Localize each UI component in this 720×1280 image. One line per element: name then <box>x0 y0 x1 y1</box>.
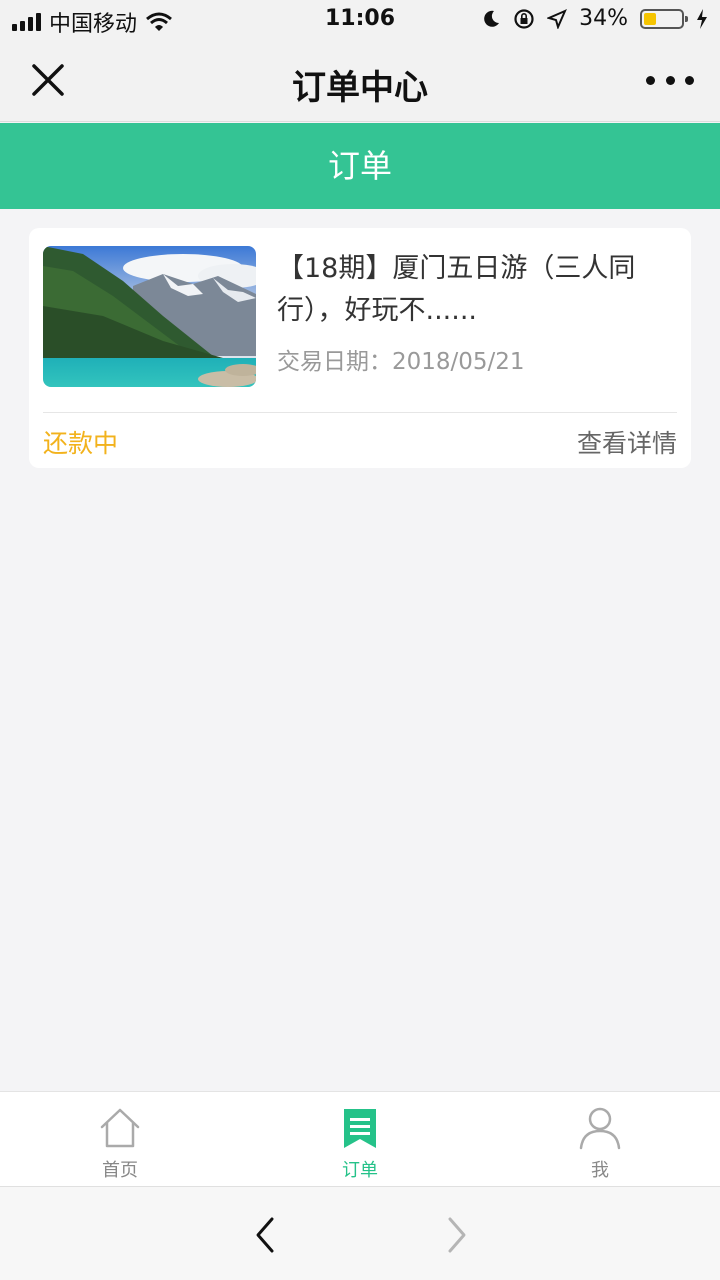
tab-home-label: 首页 <box>102 1160 138 1181</box>
forward-button[interactable] <box>438 1213 474 1257</box>
section-header: 订单 <box>0 123 720 209</box>
order-icon <box>344 1109 376 1148</box>
more-dot <box>665 75 675 85</box>
forward-arrow-icon <box>448 1217 466 1253</box>
order-card[interactable]: 【18期】厦门五日游（三人同行），好玩不...... 交易日期：2018/05/… <box>29 228 691 468</box>
status-bar: 中国移动 11:06 34% <box>0 0 720 40</box>
tab-bar: 首页 订单 我 <box>0 1091 720 1186</box>
browser-toolbar <box>0 1186 720 1280</box>
nav-bar: 订单中心 <box>0 40 720 122</box>
battery-icon <box>640 8 688 29</box>
back-arrow-icon <box>256 1217 274 1253</box>
location-icon <box>547 8 568 29</box>
moon-icon <box>484 10 500 27</box>
more-dot <box>685 75 694 85</box>
card-divider <box>43 412 677 413</box>
user-icon <box>579 1107 621 1150</box>
tab-orders-label: 订单 <box>342 1160 378 1181</box>
more-dots-icon <box>646 75 655 85</box>
battery-percent: 34% <box>579 6 628 31</box>
order-status-badge: 还款中 <box>43 429 119 458</box>
rotation-lock-icon <box>514 8 534 29</box>
order-title: 【18期】厦门五日游（三人同行），好玩不...... <box>277 253 636 326</box>
view-details-link[interactable]: 查看详情 <box>577 424 677 460</box>
order-date-value: 2018/05/21 <box>392 349 525 375</box>
status-right: 34% <box>481 6 708 31</box>
page-title: 订单中心 <box>292 68 428 108</box>
order-date: 交易日期：2018/05/21 <box>277 342 525 376</box>
order-date-label: 交易日期： <box>277 349 392 375</box>
tab-me[interactable]: 我 <box>480 1092 720 1186</box>
charging-icon <box>697 8 707 29</box>
order-thumbnail <box>43 246 256 387</box>
home-icon <box>100 1108 140 1148</box>
more-button[interactable] <box>646 70 694 90</box>
tab-me-label: 我 <box>591 1160 609 1181</box>
tab-orders[interactable]: 订单 <box>240 1092 480 1186</box>
back-button[interactable] <box>248 1213 284 1257</box>
tab-home[interactable]: 首页 <box>0 1092 240 1186</box>
